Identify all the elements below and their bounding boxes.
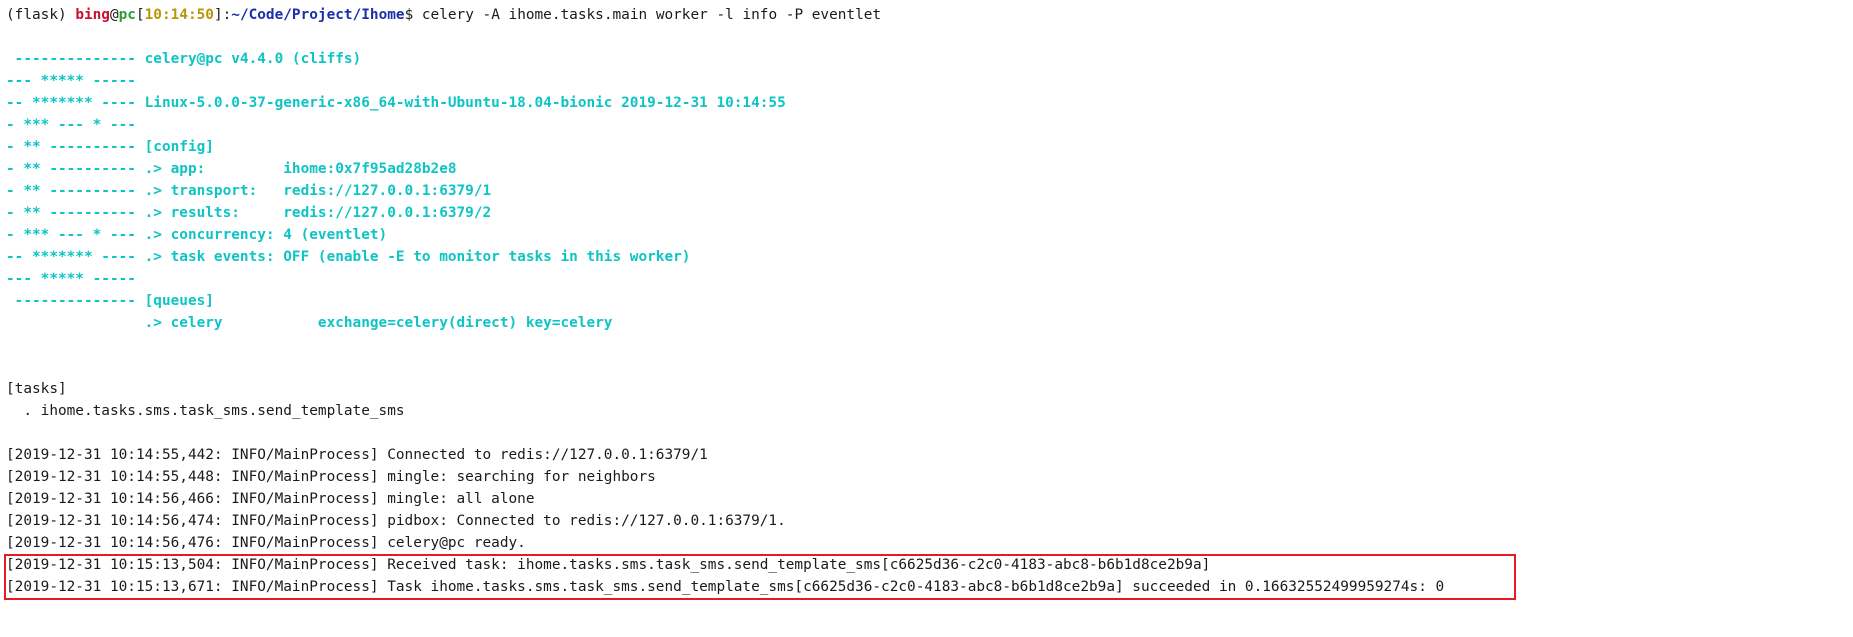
- banner-line: - ** ---------- [config]: [6, 139, 214, 155]
- log-line: [2019-12-31 10:14:56,476: INFO/MainProce…: [6, 535, 526, 551]
- banner-line: - ** ---------- .> results: redis://127.…: [6, 205, 492, 221]
- log-line-received: [2019-12-31 10:15:13,504: INFO/MainProce…: [6, 557, 1211, 573]
- banner-line: -------------- [queues]: [6, 293, 214, 309]
- prompt-time-open: [: [135, 7, 145, 23]
- banner-line: -- ******* ---- .> task events: OFF (ena…: [6, 249, 691, 265]
- banner-line: .> celery exchange=celery(direct) key=ce…: [6, 315, 613, 331]
- prompt-line: (flask) bing@pc[10:14:50]:~/Code/Project…: [6, 4, 1847, 26]
- terminal-window[interactable]: (flask) bing@pc[10:14:50]:~/Code/Project…: [0, 0, 1853, 637]
- banner-line: --- ***** -----: [6, 271, 136, 287]
- prompt-host: pc: [118, 7, 136, 23]
- banner-line: -------------- celery@pc v4.4.0 (cliffs): [6, 51, 362, 67]
- prompt-symbol: $: [404, 7, 422, 23]
- log-line-succeeded: [2019-12-31 10:15:13,671: INFO/MainProce…: [6, 579, 1445, 595]
- prompt-time-close: ]:: [213, 7, 232, 23]
- banner-line: - *** --- * ---: [6, 117, 136, 133]
- prompt-command: celery -A ihome.tasks.main worker -l inf…: [421, 7, 882, 23]
- prompt-at: @: [109, 7, 119, 23]
- banner-line: - *** --- * --- .> concurrency: 4 (event…: [6, 227, 388, 243]
- tasks-header: [tasks]: [6, 381, 67, 397]
- log-line: [2019-12-31 10:14:55,442: INFO/MainProce…: [6, 447, 708, 463]
- log-line: [2019-12-31 10:14:56,466: INFO/MainProce…: [6, 491, 535, 507]
- banner-line: - ** ---------- .> app: ihome:0x7f95ad28…: [6, 161, 457, 177]
- prompt-time: 10:14:50: [144, 7, 214, 23]
- prompt-user: bing: [75, 7, 110, 23]
- log-line: [2019-12-31 10:14:56,474: INFO/MainProce…: [6, 513, 786, 529]
- task-item: . ihome.tasks.sms.task_sms.send_template…: [6, 403, 405, 419]
- banner-line: -- ******* ---- Linux-5.0.0-37-generic-x…: [6, 95, 786, 111]
- prompt-env: (flask): [6, 7, 76, 23]
- banner-line: --- ***** -----: [6, 73, 136, 89]
- prompt-path: ~/Code/Project/Ihome: [231, 7, 405, 23]
- log-line: [2019-12-31 10:14:55,448: INFO/MainProce…: [6, 469, 656, 485]
- banner-line: - ** ---------- .> transport: redis://12…: [6, 183, 492, 199]
